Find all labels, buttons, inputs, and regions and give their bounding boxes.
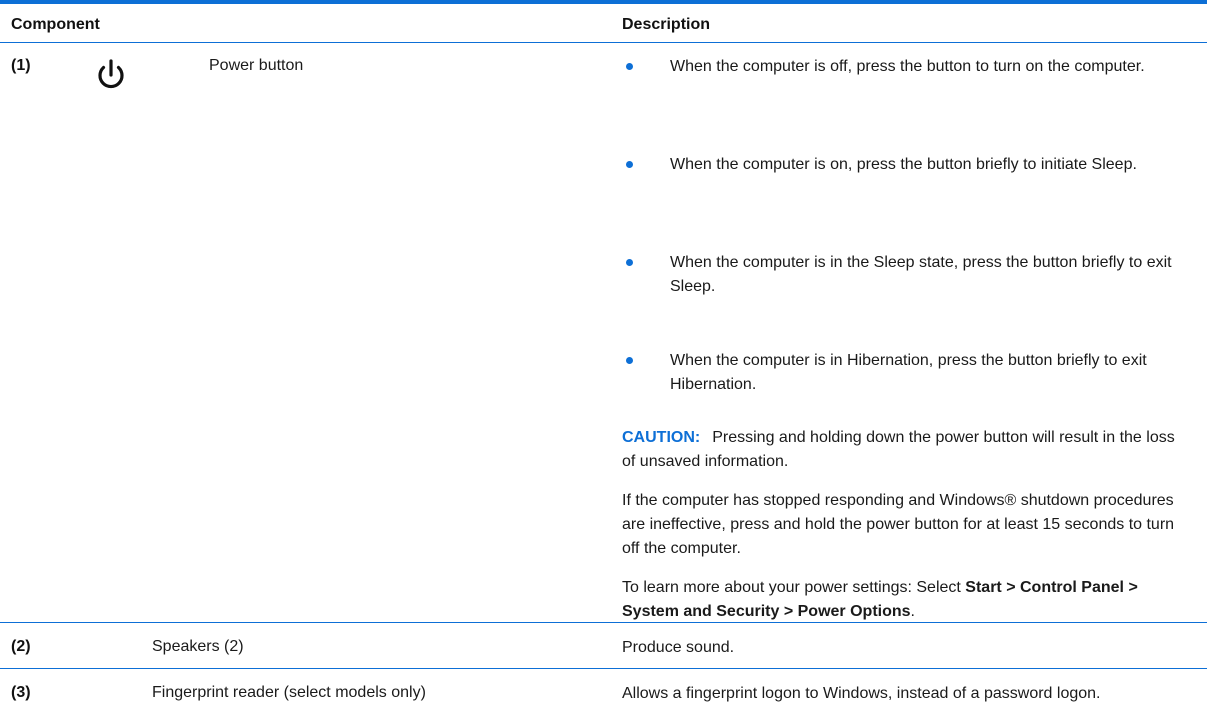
settings-suffix: . (910, 603, 915, 620)
bullet-icon (626, 63, 633, 70)
row-number: (3) (11, 684, 31, 701)
bullet-icon (626, 357, 633, 364)
caution-note: CAUTION: Pressing and holding down the po… (622, 426, 1192, 474)
header-component: Component (11, 16, 100, 33)
component-name: Speakers (2) (152, 638, 244, 655)
row-divider (0, 622, 1207, 623)
bullet-text: When the computer is off, press the butt… (670, 58, 1145, 75)
row-number: (2) (11, 638, 31, 655)
shutdown-paragraph: If the computer has stopped responding a… (622, 492, 1175, 557)
row-divider (0, 668, 1207, 669)
component-description: Allows a fingerprint logon to Windows, i… (622, 685, 1101, 702)
power-icon (98, 59, 124, 89)
bullet-text: When the computer is in the Sleep state,… (670, 254, 1172, 295)
component-name: Fingerprint reader (select models only) (152, 684, 426, 701)
row-number: (1) (11, 57, 31, 74)
component-description: Produce sound. (622, 639, 735, 656)
settings-prefix: To learn more about your power settings:… (622, 579, 966, 596)
table-header: Component Description (0, 4, 1207, 43)
bullet-text: When the computer is on, press the butto… (670, 156, 1137, 173)
power-settings-paragraph: To learn more about your power settings:… (622, 576, 1192, 624)
caution-text: Pressing and holding down the power butt… (622, 429, 1175, 470)
bullet-icon (626, 161, 633, 168)
component-name: Power button (209, 57, 304, 74)
bullet-icon (626, 259, 633, 266)
header-description: Description (622, 16, 711, 33)
bullet-text: When the computer is in Hibernation, pre… (670, 352, 1147, 393)
caution-label: CAUTION: (622, 429, 701, 446)
